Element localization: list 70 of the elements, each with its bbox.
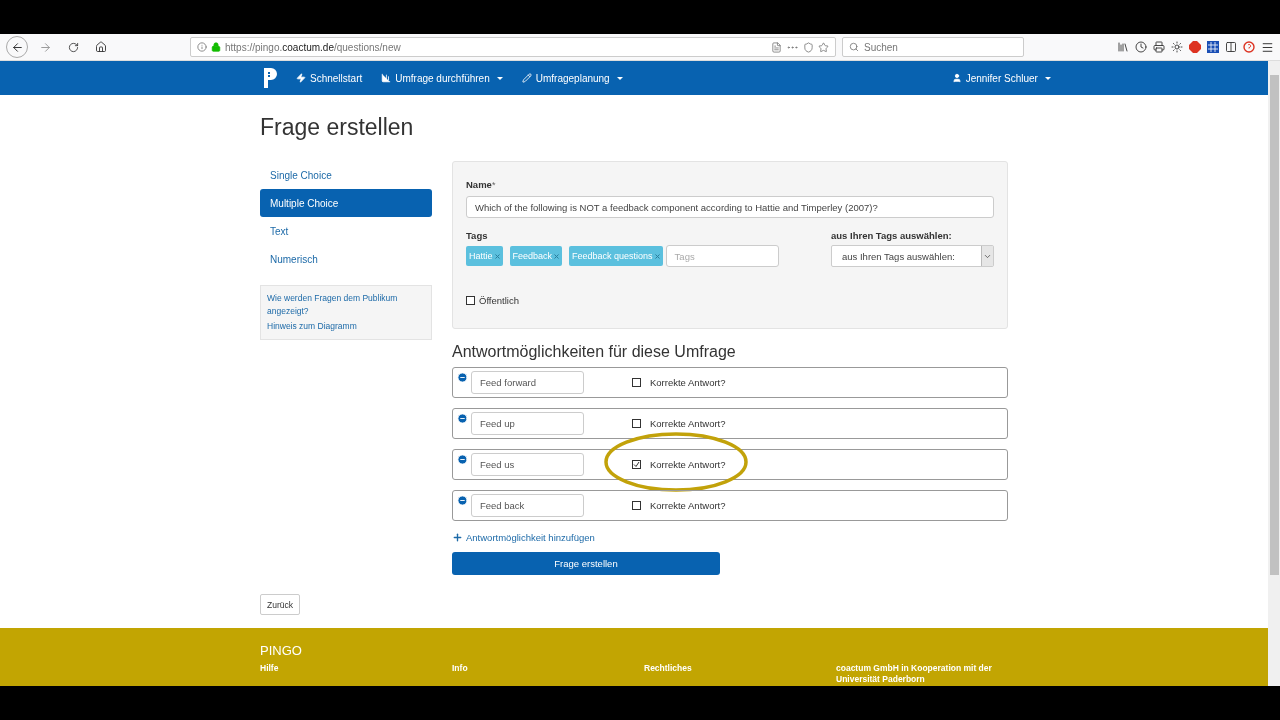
required-mark: * [491, 180, 496, 190]
forward-icon[interactable] [38, 40, 52, 54]
plus-icon [452, 532, 463, 543]
print-icon[interactable] [1153, 41, 1165, 53]
help-link[interactable]: Wie werden Fragen dem Publikum angezeigt? [267, 292, 425, 318]
field-label: Name [466, 179, 492, 190]
checkbox[interactable] [632, 378, 641, 387]
field-label: aus Ihren Tags auswählen: [831, 230, 953, 241]
scrollbar-thumb[interactable] [1269, 75, 1279, 575]
remove-icon[interactable] [457, 372, 468, 383]
logo-icon[interactable] [262, 66, 278, 90]
nav-link[interactable]: Umfrage durchführen [381, 72, 503, 84]
caret-icon [1044, 76, 1051, 80]
question-type-tab[interactable]: Numerisch [260, 245, 432, 273]
remove-icon[interactable] [457, 413, 468, 424]
field-label: Tags [466, 230, 489, 241]
help-link[interactable]: Hinweis zum Diagramm [267, 320, 425, 333]
submit-button[interactable]: Frage erstellen [452, 552, 720, 575]
answer-field[interactable]: Feed up [471, 412, 584, 435]
checkbox[interactable] [632, 419, 641, 428]
question-type-tab[interactable]: Text [260, 217, 432, 245]
name-field[interactable]: Which of the following is NOT a feedback component according to Hattie and Timperley (2007)? [466, 196, 994, 218]
footer-heading: Rechtliches [644, 663, 693, 675]
sidebar-icon[interactable] [1225, 41, 1237, 53]
address-bar[interactable]: https://pingo.coactum.de/questions/new [190, 37, 836, 57]
user-menu[interactable]: Jennifer Schluer [951, 72, 1051, 84]
checkbox[interactable] [466, 296, 475, 305]
footer-heading: Hilfe [260, 663, 280, 675]
checkbox[interactable] [632, 460, 641, 469]
footer-heading: coactum GmbH in Kooperation mit der Universität Paderborn [836, 663, 993, 685]
lightning-icon [296, 73, 306, 83]
back-icon[interactable] [10, 40, 24, 54]
home-icon[interactable] [95, 41, 107, 53]
checkbox-label: Öffentlich [479, 295, 519, 306]
answer-field[interactable]: Feed us [471, 453, 584, 476]
search-icon [849, 42, 859, 52]
search-field[interactable]: Suchen [842, 37, 1024, 57]
user-icon [951, 73, 962, 83]
answer-field[interactable]: Feed back [471, 494, 584, 517]
remove-icon[interactable] [457, 454, 468, 465]
section-heading: Antwortmöglichkeiten für diese Umfrage [452, 343, 737, 361]
gear-icon[interactable] [1171, 41, 1183, 53]
checkbox-label: Korrekte Antwort? [650, 377, 726, 388]
nav-link[interactable]: Schnellstart [296, 72, 363, 84]
checkbox[interactable] [632, 501, 641, 510]
footer-brand: PINGO [260, 643, 303, 658]
library-icon[interactable] [1117, 41, 1129, 53]
star-icon[interactable] [818, 41, 829, 53]
checkbox-label: Korrekte Antwort? [650, 500, 726, 511]
tag-select[interactable]: aus Ihren Tags auswählen: [831, 245, 994, 267]
checkbox-label: Korrekte Antwort? [650, 459, 726, 470]
footer-heading: Info [452, 663, 469, 675]
grid-icon[interactable] [1207, 41, 1219, 53]
reader-icon[interactable] [771, 41, 782, 53]
clock-icon[interactable] [1135, 41, 1147, 53]
help-circle-icon[interactable] [1243, 41, 1255, 53]
add-answer-link[interactable]: Antwortmöglichkeit hinzufügen [452, 532, 1008, 543]
pencil-icon [521, 73, 532, 83]
page-title: Frage erstellen [260, 114, 415, 141]
remove-icon[interactable] [457, 495, 468, 506]
nav-link[interactable]: Umfrageplanung [521, 72, 623, 84]
stop-sign-icon[interactable] [1189, 41, 1201, 53]
checkbox-label: Korrekte Antwort? [650, 418, 726, 429]
question-type-tab[interactable]: Single Choice [260, 161, 432, 189]
menu-icon[interactable] [1261, 40, 1274, 54]
back-button[interactable]: Zurück [260, 594, 300, 615]
reload-icon[interactable] [67, 41, 79, 53]
question-type-tab[interactable]: Multiple Choice [260, 189, 432, 217]
answer-field[interactable]: Feed forward [471, 371, 584, 394]
lock-icon [211, 42, 221, 52]
